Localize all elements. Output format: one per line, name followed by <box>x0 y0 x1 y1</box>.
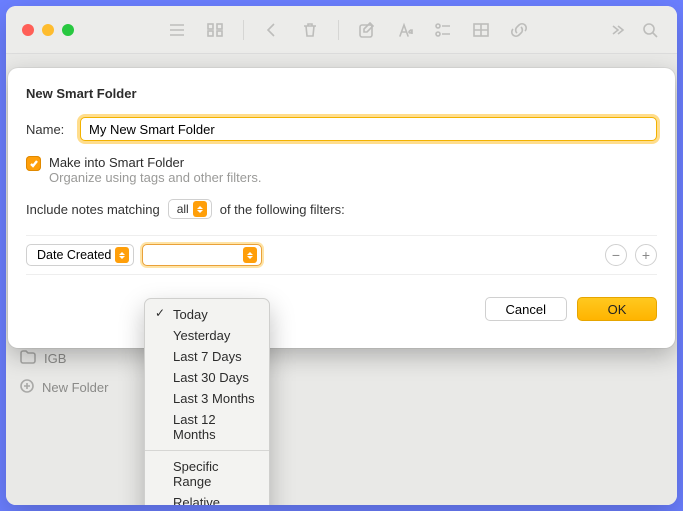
plus-circle-icon <box>20 379 34 396</box>
grid-view-icon[interactable] <box>205 21 225 39</box>
new-folder-label: New Folder <box>42 380 108 395</box>
list-view-icon[interactable] <box>167 21 187 39</box>
match-mode-value: all <box>177 202 189 216</box>
font-icon[interactable] <box>395 21 415 39</box>
menu-item[interactable]: Last 3 Months <box>145 388 269 409</box>
compose-icon[interactable] <box>357 21 377 39</box>
filter-row: Date Created − + <box>26 235 657 275</box>
window-content: IGB New Folder New Smart Folder Name: Ma… <box>6 54 677 505</box>
stepper-icon <box>243 247 257 263</box>
filter-field-select[interactable]: Date Created <box>26 244 134 266</box>
folder-icon <box>20 350 36 367</box>
menu-item[interactable]: Last 7 Days <box>145 346 269 367</box>
remove-filter-button[interactable]: − <box>605 244 627 266</box>
checklist-icon[interactable] <box>433 21 453 39</box>
filter-value-select[interactable] <box>142 244 262 266</box>
menu-separator <box>145 450 269 451</box>
trash-icon[interactable] <box>300 21 320 39</box>
back-icon[interactable] <box>262 21 282 39</box>
menu-item[interactable]: Relative Range <box>145 492 269 505</box>
folder-name-input[interactable] <box>80 117 657 141</box>
app-window: IGB New Folder New Smart Folder Name: Ma… <box>6 6 677 505</box>
stepper-icon <box>193 201 207 217</box>
checkbox-sublabel: Organize using tags and other filters. <box>49 170 261 185</box>
include-text-post: of the following filters: <box>220 202 345 217</box>
match-mode-select[interactable]: all <box>168 199 212 219</box>
menu-item[interactable]: Yesterday <box>145 325 269 346</box>
sidebar-item-label: IGB <box>44 351 66 366</box>
titlebar <box>6 6 677 54</box>
dialog-title: New Smart Folder <box>26 86 657 101</box>
include-text-pre: Include notes matching <box>26 202 160 217</box>
fullscreen-window-button[interactable] <box>62 24 74 36</box>
link-icon[interactable] <box>509 21 529 39</box>
menu-item[interactable]: Last 30 Days <box>145 367 269 388</box>
window-controls <box>22 24 74 36</box>
stepper-icon <box>115 247 129 263</box>
close-window-button[interactable] <box>22 24 34 36</box>
toolbar <box>88 20 607 40</box>
smart-folder-dialog: New Smart Folder Name: Make into Smart F… <box>8 68 675 348</box>
search-icon[interactable] <box>641 21 661 39</box>
table-icon[interactable] <box>471 21 491 39</box>
filter-field-value: Date Created <box>37 248 111 262</box>
add-filter-button[interactable]: + <box>635 244 657 266</box>
minimize-window-button[interactable] <box>42 24 54 36</box>
name-label: Name: <box>26 122 70 137</box>
menu-item[interactable]: Specific Range <box>145 456 269 492</box>
cancel-button[interactable]: Cancel <box>485 297 567 321</box>
date-range-dropdown: TodayYesterdayLast 7 DaysLast 30 DaysLas… <box>144 298 270 505</box>
menu-item[interactable]: Last 12 Months <box>145 409 269 445</box>
smart-folder-checkbox[interactable] <box>26 156 41 171</box>
overflow-icon[interactable] <box>607 21 627 39</box>
checkbox-label: Make into Smart Folder <box>49 155 261 170</box>
ok-button[interactable]: OK <box>577 297 657 321</box>
menu-item[interactable]: Today <box>145 304 269 325</box>
